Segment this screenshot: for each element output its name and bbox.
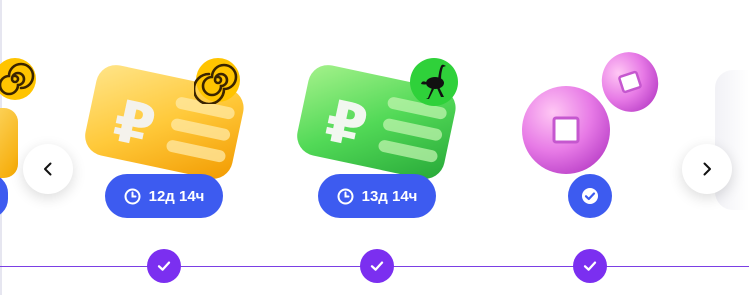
reward-timer-text: 13д 14ч [361, 187, 418, 205]
coins-icon [522, 52, 659, 174]
clock-icon [124, 188, 141, 204]
timeline-check-3 [573, 249, 607, 283]
timeline-check-2 [360, 249, 394, 283]
chevron-right-icon [703, 162, 711, 176]
reward-card-3[interactable] [516, 48, 666, 178]
reward-timer-badge-2: 13д 14ч [318, 174, 436, 218]
reward-timer-text: 12д 14ч [148, 187, 205, 205]
chevron-left-icon [44, 162, 52, 176]
check-circle-icon [582, 188, 598, 204]
spiral-icon [192, 56, 242, 106]
timeline-check-1 [147, 249, 181, 283]
clock-icon [337, 188, 354, 204]
spiral-icon [0, 56, 38, 102]
check-icon [157, 261, 171, 271]
check-icon [583, 261, 597, 271]
reward-timer-badge-1: 12д 14ч [105, 174, 223, 218]
reward-badge-partial [0, 174, 8, 218]
check-icon [370, 261, 384, 271]
carousel-prev-button[interactable] [23, 144, 73, 194]
ostrich-icon [408, 56, 460, 108]
reward-done-badge-3 [568, 174, 612, 218]
carousel-next-button[interactable] [682, 144, 732, 194]
